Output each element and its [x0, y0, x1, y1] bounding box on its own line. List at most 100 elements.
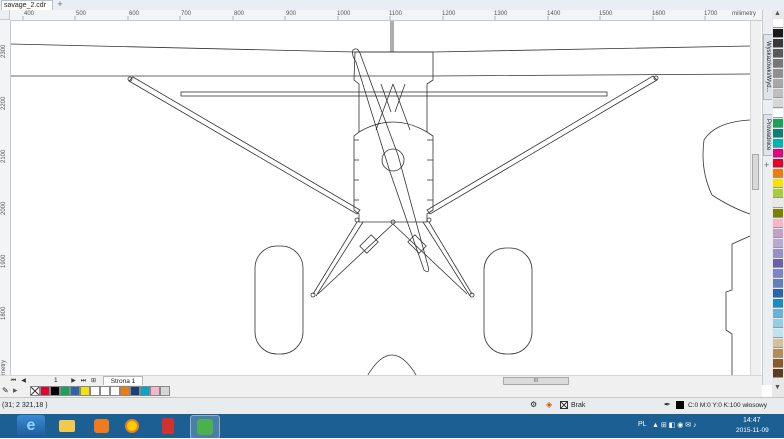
- palette-color-swatch[interactable]: [773, 369, 783, 378]
- palette-color-swatch[interactable]: [773, 319, 783, 328]
- internet-explorer-icon[interactable]: e: [17, 415, 45, 437]
- horizontal-ruler[interactable]: 400 500 600 700 800 900 1000 1100 1200 1…: [10, 10, 762, 21]
- document-tab[interactable]: savage_2.cdr: [1, 0, 53, 10]
- ruler-origin-corner[interactable]: [0, 10, 10, 20]
- side-view-fuselage[interactable]: [725, 235, 750, 384]
- eyedropper-icon[interactable]: ✎: [2, 386, 9, 395]
- left-shock-absorber[interactable]: [359, 234, 379, 254]
- color-swatch[interactable]: [130, 386, 140, 396]
- no-color-swatch[interactable]: [30, 386, 40, 396]
- first-page-button[interactable]: ⏮: [10, 377, 17, 385]
- color-swatch[interactable]: [120, 386, 130, 396]
- cowling-edge: [358, 121, 428, 133]
- palette-color-swatch[interactable]: [773, 89, 783, 98]
- palette-color-swatch[interactable]: [773, 49, 783, 58]
- drawing-canvas[interactable]: [11, 21, 750, 384]
- side-view-outline[interactable]: [702, 119, 750, 215]
- coreldraw-taskbar-icon[interactable]: [190, 415, 220, 439]
- palette-color-swatch[interactable]: [773, 189, 783, 198]
- palette-color-swatch[interactable]: [773, 269, 783, 278]
- airplane-drawing[interactable]: [11, 21, 750, 384]
- vertical-ruler[interactable]: 2300 2200 2100 2000 1900 1800 milimetry: [0, 20, 11, 384]
- palette-color-swatch[interactable]: [773, 139, 783, 148]
- palette-color-swatch[interactable]: [773, 219, 783, 228]
- color-swatch[interactable]: [60, 386, 70, 396]
- outline-color-swatch[interactable]: [676, 401, 684, 409]
- color-swatch[interactable]: [90, 386, 100, 396]
- color-swatch[interactable]: [110, 386, 120, 396]
- color-swatch[interactable]: [70, 386, 80, 396]
- outline-pen-icon[interactable]: ✒: [664, 400, 671, 409]
- palette-color-swatch[interactable]: [773, 129, 783, 138]
- palette-color-swatch[interactable]: [773, 179, 783, 188]
- prev-page-button[interactable]: ◀: [20, 377, 27, 385]
- clock-date[interactable]: 2015-11-09: [736, 427, 769, 434]
- app-icon[interactable]: [155, 415, 183, 437]
- ruler-label: 2000: [1, 201, 7, 215]
- palette-color-swatch[interactable]: [773, 19, 783, 28]
- palette-color-swatch[interactable]: [773, 119, 783, 128]
- palette-arrow-icon[interactable]: ▸: [13, 385, 18, 396]
- palette-color-swatch[interactable]: [773, 109, 783, 118]
- color-swatch[interactable]: [40, 386, 50, 396]
- horizontal-scroll-thumb[interactable]: III: [503, 377, 569, 385]
- color-swatch[interactable]: [150, 386, 160, 396]
- palette-color-swatch[interactable]: [773, 279, 783, 288]
- palette-color-swatch[interactable]: [773, 169, 783, 178]
- palette-color-swatch[interactable]: [773, 299, 783, 308]
- left-wheel[interactable]: [254, 245, 304, 355]
- palette-color-swatch[interactable]: [773, 59, 783, 68]
- palette-color-swatch[interactable]: [773, 249, 783, 258]
- palette-scroll-up-icon[interactable]: ▲: [774, 10, 781, 17]
- color-swatch[interactable]: [140, 386, 150, 396]
- color-swatch[interactable]: [100, 386, 110, 396]
- language-indicator[interactable]: PL: [638, 421, 647, 428]
- palette-color-swatch[interactable]: [773, 239, 783, 248]
- docker-add-button[interactable]: +: [764, 160, 769, 170]
- palette-color-swatch[interactable]: [773, 259, 783, 268]
- color-swatch[interactable]: [50, 386, 60, 396]
- document-settings-icon[interactable]: ⚙: [530, 400, 537, 409]
- tray-icons[interactable]: ▲ ⊞ ◧ ◉ ✉ ♪: [652, 421, 697, 429]
- right-wheel[interactable]: [483, 247, 533, 355]
- color-swatch[interactable]: [160, 386, 170, 396]
- left-wing-strut[interactable]: [128, 76, 361, 215]
- palette-color-swatch[interactable]: [773, 79, 783, 88]
- last-page-button[interactable]: ⏭: [80, 377, 87, 385]
- add-page-button[interactable]: ⊞: [90, 377, 97, 385]
- vertical-scrollbar[interactable]: [750, 21, 761, 384]
- palette-color-swatch[interactable]: [773, 99, 783, 108]
- palette-color-swatch[interactable]: [773, 159, 783, 168]
- sun-app-icon[interactable]: [119, 415, 147, 437]
- palette-color-swatch[interactable]: [773, 29, 783, 38]
- right-wing-strut[interactable]: [426, 75, 658, 215]
- wing-trailing-edge[interactable]: [11, 73, 750, 77]
- palette-color-swatch[interactable]: [773, 339, 783, 348]
- palette-color-swatch[interactable]: [773, 39, 783, 48]
- propeller-spinner[interactable]: [381, 148, 405, 172]
- palette-color-swatch[interactable]: [773, 69, 783, 78]
- palette-color-swatch[interactable]: [773, 349, 783, 358]
- next-page-button[interactable]: ▶: [70, 377, 77, 385]
- vertical-scroll-thumb[interactable]: [752, 154, 759, 190]
- fill-icon[interactable]: ◈: [546, 400, 552, 409]
- new-document-tab-button[interactable]: +: [55, 0, 65, 10]
- propeller-blade[interactable]: [352, 48, 429, 273]
- palette-color-swatch[interactable]: [773, 199, 783, 208]
- fill-none-swatch[interactable]: [560, 401, 568, 409]
- clock-time[interactable]: 14:47: [743, 417, 761, 424]
- palette-color-swatch[interactable]: [773, 289, 783, 298]
- color-swatch[interactable]: [80, 386, 90, 396]
- wing-leading-edge[interactable]: [11, 43, 750, 53]
- palette-color-swatch[interactable]: [773, 209, 783, 218]
- palette-color-swatch[interactable]: [773, 359, 783, 368]
- media-player-icon[interactable]: [88, 415, 116, 437]
- palette-color-swatch[interactable]: [773, 229, 783, 238]
- fuselage[interactable]: [353, 51, 434, 223]
- palette-color-swatch[interactable]: [773, 149, 783, 158]
- stabilizer[interactable]: [180, 91, 608, 97]
- palette-scroll-down-icon[interactable]: ▼: [774, 384, 781, 391]
- file-explorer-icon[interactable]: [53, 415, 81, 437]
- palette-color-swatch[interactable]: [773, 309, 783, 318]
- palette-color-swatch[interactable]: [773, 329, 783, 338]
